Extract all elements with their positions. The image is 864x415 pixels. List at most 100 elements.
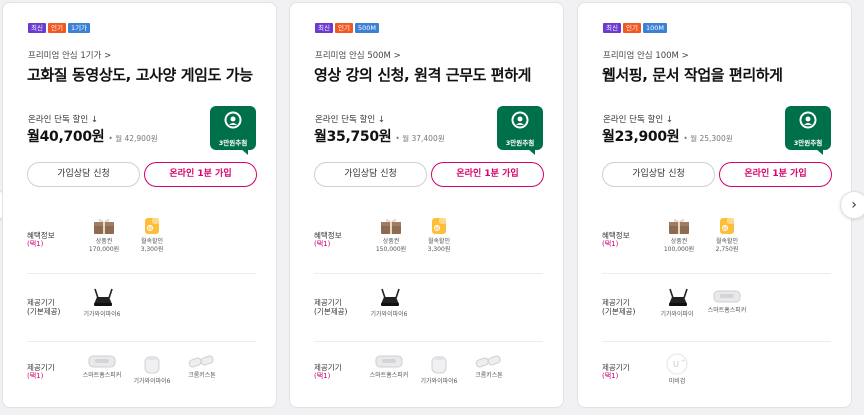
monthly-price: 월40,700원 — [27, 129, 105, 145]
next-arrow-button[interactable]: › — [840, 191, 864, 219]
won-coin-icon: W — [409, 217, 469, 235]
chevron-right-icon: › — [851, 197, 857, 213]
option-section: 제공기기 (택1) 스마트홈스피커 기가와이파이6 크롬키스톤 — [314, 351, 543, 401]
discount-label: 온라인 단독 할인 ↓ — [28, 115, 98, 125]
badge-group: 최신 인기 100M — [603, 23, 667, 33]
plan-title: 고화질 동영상도, 고사양 게임도 가능 — [27, 66, 253, 84]
promo-badge: 3만원추첨 — [497, 106, 543, 150]
online-join-button[interactable]: 온라인 1분 가입 — [144, 162, 257, 187]
svg-text:W: W — [148, 226, 153, 232]
plan-title: 영상 강의 신청, 원격 근무도 편하게 — [314, 66, 532, 84]
item-name: 기가와이파이6 — [370, 311, 408, 318]
option-section: 제공기기 (택1) U + 미비검 — [602, 351, 831, 401]
device-item: 크롬키스톤 — [459, 353, 519, 380]
plan-badge: 최신 — [28, 23, 46, 33]
promo-text: 3만원추첨 — [793, 139, 823, 147]
section-sub: (기본제공) — [314, 307, 348, 316]
section-divider — [314, 273, 543, 274]
promo-badge: 3만원추첨 — [785, 106, 831, 150]
device-item: W 월속할인 3,300원 — [122, 217, 182, 254]
monthly-price: 월35,750원 — [314, 129, 392, 145]
promo-text: 3만원추첨 — [505, 139, 535, 147]
plug-pair-icon — [459, 353, 519, 369]
section-label: 혜택정보 (택1) — [602, 231, 630, 249]
item-name: 미비검 — [668, 378, 686, 385]
section-title: 제공기기 — [27, 298, 55, 307]
plan-badge: 1기가 — [67, 23, 91, 33]
plan-subtitle-link[interactable]: 프리미엄 안심 1기가 > — [28, 49, 111, 61]
plan-badge: 500M — [354, 23, 379, 33]
item-name: 월속할인 — [140, 238, 164, 245]
item-name: 크롬키스톤 — [475, 372, 503, 379]
badge-group: 최신 인기 1기가 — [28, 23, 91, 33]
online-join-button[interactable]: 온라인 1분 가입 — [719, 162, 832, 187]
badge-group: 최신 인기 500M — [315, 23, 379, 33]
promo-tail — [527, 148, 535, 155]
price-row: 월23,900원 • 월 25,300원 — [602, 126, 733, 146]
original-price: • 월 42,900원 — [108, 134, 158, 143]
consult-button[interactable]: 가입상담 신청 — [27, 162, 140, 187]
consult-button[interactable]: 가입상담 신청 — [314, 162, 427, 187]
plan-card: 최신 인기 500M 프리미엄 안심 500M > 영상 강의 신청, 원격 근무도 편… — [289, 2, 564, 408]
section-mark: (택1) — [27, 372, 44, 380]
section-sub: (기본제공) — [602, 307, 636, 316]
section-title: 제공기기 — [27, 363, 55, 372]
section-mark: (택1) — [602, 372, 619, 380]
online-join-button[interactable]: 온라인 1분 가입 — [431, 162, 544, 187]
chevron-left-icon: ‹ — [0, 197, 1, 213]
device-item: U + 미비검 — [647, 353, 707, 386]
section-title: 혜택정보 — [27, 231, 55, 240]
plan-subtitle-link[interactable]: 프리미엄 안심 100M > — [603, 49, 689, 61]
u-plus-mark-icon: U + — [647, 353, 707, 375]
monthly-price: 월23,900원 — [602, 129, 680, 145]
device-item: 스마트홈스피커 — [697, 288, 757, 315]
section-label: 제공기기 (기본제공) — [602, 298, 635, 316]
promo-text: 3만원추첨 — [218, 139, 248, 147]
section-title: 제공기기 — [602, 298, 630, 307]
item-value: 2,750원 — [715, 246, 739, 253]
section-divider — [27, 273, 256, 274]
device-section: 제공기기 (기본제공) 기가와이파이 스마트홈스피커 — [602, 286, 831, 336]
price-row: 월40,700원 • 월 42,900원 — [27, 126, 158, 146]
item-name: 월속할인 — [715, 238, 739, 245]
svg-text:U: U — [673, 360, 679, 369]
promo-tail — [815, 148, 823, 155]
promo-badge: 3만원추첨 — [210, 106, 256, 150]
section-mark: (택1) — [27, 240, 44, 248]
svg-text:W: W — [435, 226, 440, 232]
section-label: 제공기기 (택1) — [314, 363, 342, 381]
promo-tail — [240, 148, 248, 155]
svg-text:W: W — [723, 226, 728, 232]
section-title: 혜택정보 — [602, 231, 630, 240]
section-divider — [602, 341, 831, 342]
won-coin-icon: W — [697, 217, 757, 235]
section-label: 제공기기 (기본제공) — [27, 298, 60, 316]
section-title: 제공기기 — [602, 363, 630, 372]
plan-badge: 100M — [642, 23, 667, 33]
price-row: 월35,750원 • 월 37,400원 — [314, 126, 445, 146]
plan-badge: 최신 — [315, 23, 333, 33]
plan-subtitle-link[interactable]: 프리미엄 안심 500M > — [315, 49, 401, 61]
benefit-section: 혜택정보 (택1) 상품권 150,000원 W 월속할인 3,300원 — [314, 215, 543, 265]
item-value: 3,300원 — [140, 246, 164, 253]
section-title: 제공기기 — [314, 298, 342, 307]
consult-button[interactable]: 가입상담 신청 — [602, 162, 715, 187]
router-icon — [359, 288, 419, 308]
device-item: W 월속할인 2,750원 — [697, 217, 757, 254]
section-mark: (택1) — [314, 372, 331, 380]
section-label: 제공기기 (택1) — [27, 363, 55, 381]
section-label: 제공기기 (택1) — [602, 363, 630, 381]
won-coin-icon: W — [122, 217, 182, 235]
plan-card: 최신 인기 1기가프리미엄 안심 1기가 > 고화질 동영상도, 고사양 게임도 가능… — [2, 2, 277, 408]
plan-card: 최신 인기 100M 프리미엄 안심 100M > 웹서핑, 문서 작업을 편리하게온라… — [577, 2, 852, 408]
device-item: 기가와이파이6 — [359, 288, 419, 319]
section-title: 제공기기 — [314, 363, 342, 372]
section-divider — [314, 341, 543, 342]
item-name: 크롬키스톤 — [188, 372, 216, 379]
device-item: 기가와이파이6 — [72, 288, 132, 319]
section-mark: (택1) — [314, 240, 331, 248]
plan-title: 웹서핑, 문서 작업을 편리하게 — [602, 66, 783, 84]
section-divider — [27, 341, 256, 342]
benefit-section: 혜택정보 (택1) 상품권 170,000원 W 월속할인 3,300원 — [27, 215, 256, 265]
section-title: 혜택정보 — [314, 231, 342, 240]
